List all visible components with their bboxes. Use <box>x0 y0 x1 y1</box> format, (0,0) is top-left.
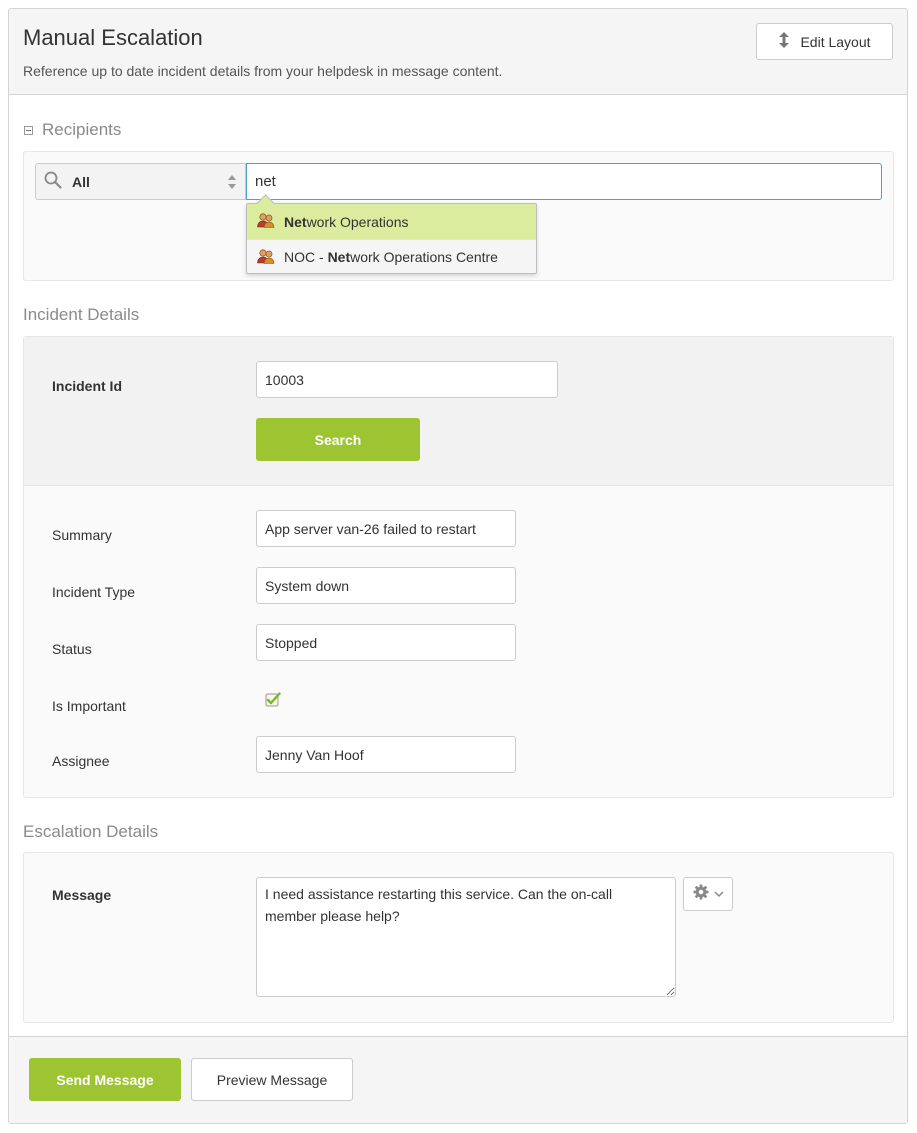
page-title: Manual Escalation <box>23 25 203 50</box>
suggestion-network-operations[interactable]: Network Operations <box>247 204 536 239</box>
incident-lookup-area <box>24 337 893 486</box>
assignee-input[interactable] <box>256 736 516 773</box>
incident-type-input[interactable] <box>256 567 516 604</box>
manual-escalation-panel: Manual Escalation Reference up to date i… <box>8 8 908 1124</box>
search-icon <box>44 171 62 192</box>
panel-header: Manual Escalation Reference up to date i… <box>9 9 907 95</box>
message-textarea[interactable]: I need assistance restarting this servic… <box>256 877 676 997</box>
recipient-filter-select[interactable]: All <box>35 163 246 200</box>
escalation-section-title: Escalation Details <box>23 822 159 841</box>
incident-id-input[interactable] <box>256 361 558 398</box>
group-icon <box>257 248 275 267</box>
suggestion-label: Network Operations <box>284 213 409 230</box>
escalation-details-box: Message I need assistance restarting thi… <box>23 852 894 1023</box>
recipients-section-title: Recipients <box>42 120 122 139</box>
summary-input[interactable] <box>256 510 516 547</box>
incident-type-label: Incident Type <box>52 584 136 600</box>
suggestion-label: NOC - Network Operations Centre <box>284 249 498 265</box>
status-input[interactable] <box>256 624 516 661</box>
recipients-box: All Network Operations <box>23 151 894 281</box>
edit-layout-label: Edit Layout <box>800 33 871 50</box>
group-icon <box>257 212 275 231</box>
page-subtitle: Reference up to date incident details fr… <box>23 63 503 79</box>
message-options-button[interactable] <box>683 877 733 911</box>
collapse-icon[interactable] <box>24 126 33 135</box>
select-arrows-icon <box>227 174 237 190</box>
search-button[interactable]: Search <box>256 418 420 461</box>
recipient-suggestions-dropdown: Network Operations NOC - Network Operati… <box>246 203 537 274</box>
send-message-button[interactable]: Send Message <box>29 1058 181 1101</box>
incident-id-label: Incident Id <box>52 378 122 394</box>
resize-vertical-icon <box>778 32 790 51</box>
is-important-checkbox[interactable] <box>265 691 281 707</box>
message-label: Message <box>52 887 112 903</box>
form-footer: Send Message Preview Message <box>9 1036 907 1123</box>
suggestion-noc-network-operations-centre[interactable]: NOC - Network Operations Centre <box>247 239 536 274</box>
filter-value: All <box>72 173 90 190</box>
incident-details-box: Incident Id Search Summary Incident Type… <box>23 336 894 798</box>
incident-section-title: Incident Details <box>23 305 140 324</box>
summary-label: Summary <box>52 527 112 543</box>
preview-message-button[interactable]: Preview Message <box>191 1058 353 1101</box>
recipient-search-input[interactable] <box>246 163 882 200</box>
gear-icon <box>693 884 709 905</box>
is-important-label: Is Important <box>52 698 126 714</box>
edit-layout-button[interactable]: Edit Layout <box>756 23 893 60</box>
chevron-down-icon <box>713 885 724 903</box>
checkmark-icon <box>265 692 281 707</box>
status-label: Status <box>52 641 92 657</box>
assignee-label: Assignee <box>52 753 110 769</box>
